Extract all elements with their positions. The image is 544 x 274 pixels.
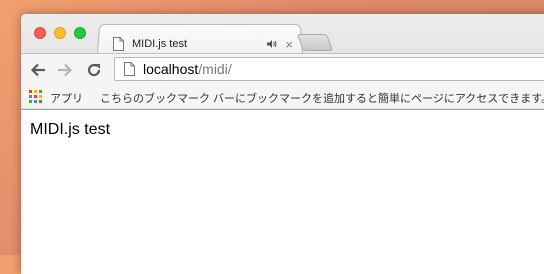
forward-button[interactable] — [55, 60, 75, 80]
tab-title: MIDI.js test — [132, 38, 188, 50]
reload-button[interactable] — [84, 60, 104, 80]
speaker-icon[interactable] — [267, 39, 277, 49]
apps-shortcut[interactable]: アプリ — [50, 90, 83, 106]
browser-window: MIDI.js test × localhost/midi/ アプリ こちらのブ… — [21, 14, 544, 274]
page-icon — [124, 62, 135, 76]
url-text[interactable]: localhost/midi/ — [143, 61, 232, 77]
tab-content: MIDI.js test × — [113, 34, 293, 54]
reload-icon — [87, 63, 101, 77]
back-button[interactable] — [28, 60, 48, 80]
bookmarks-empty-message: こちらのブックマーク バーにブックマークを追加すると簡単にページにアクセスできま… — [100, 93, 544, 105]
document-icon — [113, 37, 124, 51]
page-heading: MIDI.js test — [30, 121, 111, 138]
tab-close-icon[interactable]: × — [285, 38, 293, 51]
page-viewport: MIDI.js test — [21, 110, 544, 274]
apps-grid-icon[interactable] — [29, 90, 42, 103]
close-window-button[interactable] — [34, 27, 46, 39]
maximize-window-button[interactable] — [74, 27, 86, 39]
back-icon — [30, 63, 45, 77]
bookmarks-bar: アプリ こちらのブックマーク バーにブックマークを追加すると簡単にページにアクセ… — [21, 86, 544, 108]
toolbar: localhost/midi/ — [21, 53, 544, 86]
url-path: /midi/ — [198, 61, 232, 77]
new-tab-button[interactable] — [296, 34, 334, 51]
window-controls — [34, 27, 86, 39]
forward-icon — [58, 63, 73, 77]
minimize-window-button[interactable] — [54, 27, 66, 39]
url-host: localhost — [143, 61, 199, 77]
address-bar[interactable]: localhost/midi/ — [114, 57, 544, 81]
